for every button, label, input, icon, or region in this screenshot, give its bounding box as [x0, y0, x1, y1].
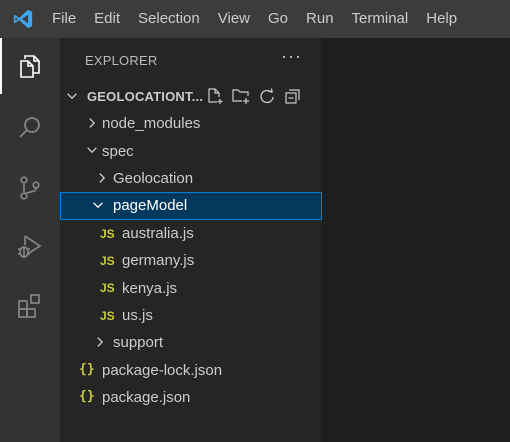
tree-item-label: node_modules [102, 115, 201, 133]
json-file-icon: {} [79, 361, 95, 377]
menu-bar: File Edit Selection View Go Run Terminal… [46, 0, 466, 38]
tree-item-pagemodel[interactable]: pageModel [60, 192, 322, 220]
explorer-header: EXPLORER ··· [60, 38, 322, 82]
menu-help[interactable]: Help [417, 0, 466, 38]
javascript-file-icon: JS [100, 253, 115, 268]
chevron-right-icon [95, 171, 109, 190]
refresh-icon[interactable] [257, 86, 277, 106]
json-file-icon: {} [79, 388, 95, 404]
menu-terminal[interactable]: Terminal [343, 0, 418, 38]
menu-edit[interactable]: Edit [85, 0, 129, 38]
menu-file[interactable]: File [46, 0, 85, 38]
tree-item-label: pageModel [113, 197, 188, 215]
project-section-header[interactable]: GEOLOCATIONT... [60, 82, 322, 110]
menu-view[interactable]: View [209, 0, 259, 38]
run-debug-icon[interactable] [0, 218, 60, 274]
tree-item-label: spec [102, 142, 134, 160]
menu-run[interactable]: Run [297, 0, 343, 38]
tree-item-label: package.json [102, 389, 191, 407]
collapse-all-icon[interactable] [283, 86, 303, 106]
tree-item-node-modules[interactable]: node_modules [60, 110, 322, 137]
javascript-file-icon: JS [100, 226, 115, 241]
editor-area[interactable] [322, 38, 510, 442]
tree-item-label: package-lock.json [102, 361, 223, 379]
tree-item-label: Geolocation [113, 169, 194, 187]
tree-item-support[interactable]: support [60, 329, 322, 356]
tree-item-label: us.js [122, 306, 153, 324]
tree-item-germany-js[interactable]: JS germany.js [60, 247, 322, 274]
tree-item-package-lock-json[interactable]: {} package-lock.json [60, 357, 322, 384]
activity-bar [0, 38, 60, 442]
chevron-right-icon [93, 335, 107, 354]
project-name: GEOLOCATIONT... [87, 88, 204, 104]
chevron-down-icon [91, 198, 105, 217]
extensions-icon[interactable] [0, 278, 60, 334]
title-bar: File Edit Selection View Go Run Terminal… [0, 0, 510, 38]
chevron-right-icon [85, 116, 99, 135]
menu-selection[interactable]: Selection [129, 0, 209, 38]
tree-item-australia-js[interactable]: JS australia.js [60, 220, 322, 247]
more-actions-icon[interactable]: ··· [281, 47, 302, 69]
new-file-icon[interactable] [205, 86, 225, 106]
chevron-down-icon [85, 143, 99, 162]
chevron-down-icon[interactable] [65, 89, 79, 108]
tree-item-label: support [113, 334, 164, 352]
explorer-actions [205, 86, 303, 106]
new-folder-icon[interactable] [231, 86, 251, 106]
javascript-file-icon: JS [100, 308, 115, 323]
explorer-sidebar: EXPLORER ··· GEOLOCATIONT... node_module… [60, 38, 322, 442]
search-icon[interactable] [0, 100, 60, 156]
tree-item-package-json[interactable]: {} package.json [60, 384, 322, 411]
menu-go[interactable]: Go [259, 0, 297, 38]
source-control-icon[interactable] [0, 160, 60, 216]
file-tree: node_modules spec Geolocation pageModel … [60, 110, 322, 411]
tree-item-us-js[interactable]: JS us.js [60, 302, 322, 329]
tree-item-label: australia.js [122, 224, 194, 242]
tree-item-label: kenya.js [122, 279, 178, 297]
tree-item-spec[interactable]: spec [60, 137, 322, 164]
javascript-file-icon: JS [100, 281, 115, 296]
explorer-icon[interactable] [0, 38, 60, 94]
explorer-title: EXPLORER [85, 52, 158, 68]
tree-item-geolocation[interactable]: Geolocation [60, 165, 322, 192]
tree-item-label: germany.js [122, 252, 195, 270]
vscode-logo-icon [0, 0, 46, 38]
tree-item-kenya-js[interactable]: JS kenya.js [60, 274, 322, 301]
